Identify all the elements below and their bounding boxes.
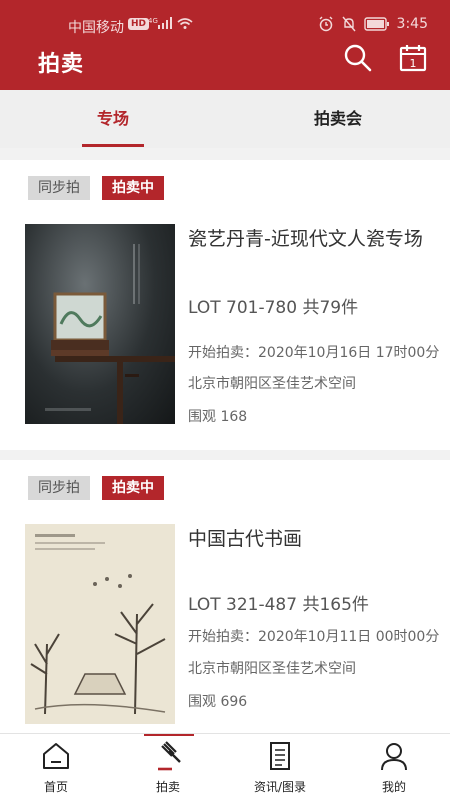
alarm-icon (319, 16, 333, 32)
auction-location: 北京市朝阳区圣佳艺术空间 (188, 376, 356, 392)
auction-cover-image[interactable] (25, 224, 175, 424)
auction-card[interactable]: 同步拍 拍卖中 瓷艺丹青-近现代文人瓷专场 LOT 701-780 共79件 开… (0, 160, 450, 450)
nav-news-catalog-label: 资讯/图录 (253, 780, 307, 794)
bottom-navigation: 首页 拍卖 资讯/图录 我的 (0, 733, 450, 800)
nav-news-catalog[interactable]: 资讯/图录 (224, 734, 336, 800)
tab-bar: 专场 拍卖会 (0, 90, 450, 148)
carrier-label: 中国移动 (68, 20, 124, 36)
app-header: 中国移动 HD 4G 3:45 拍卖 1 (0, 0, 450, 90)
nav-home-label: 首页 (43, 780, 68, 794)
nav-profile[interactable]: 我的 (338, 734, 450, 800)
live-auction-tag: 拍卖中 (102, 176, 164, 200)
auction-name[interactable]: 中国古代书画 (188, 526, 428, 553)
auction-card[interactable]: 同步拍 拍卖中 中国古代书画 LOT 321-487 共165件 开始拍卖：20… (0, 460, 450, 733)
auction-views: 围观 696 (188, 694, 248, 710)
tab-auction-event[interactable]: 拍卖会 (278, 90, 398, 148)
home-icon (43, 743, 69, 769)
auction-start-time: 开始拍卖：2020年10月11日 00时00分 (188, 629, 440, 645)
tab-special-session[interactable]: 专场 (53, 90, 173, 148)
nav-home[interactable]: 首页 (0, 734, 112, 800)
calendar-icon[interactable]: 1 (397, 42, 429, 74)
calendar-day: 1 (410, 57, 417, 70)
signal-icon: 4G (148, 17, 193, 29)
battery-icon (363, 17, 389, 31)
mute-bell-icon (342, 16, 356, 32)
landscape-painting-image (25, 524, 175, 724)
live-auction-tag: 拍卖中 (102, 476, 164, 500)
svg-text:4G: 4G (148, 17, 158, 25)
auction-views: 围观 168 (188, 409, 248, 425)
network-badge: HD (128, 18, 150, 30)
nav-profile-label: 我的 (381, 780, 406, 794)
auction-start-time: 开始拍卖：2020年10月16日 17时00分 (188, 345, 440, 361)
search-icon[interactable] (342, 42, 374, 74)
auction-lot-range: LOT 701-780 共79件 (188, 298, 359, 318)
user-icon (381, 743, 407, 771)
status-bar: 中国移动 HD 4G 3:45 (0, 0, 450, 40)
auction-lot-range: LOT 321-487 共165件 (188, 595, 369, 615)
status-time: 3:45 (396, 16, 428, 32)
page-title: 拍卖 (38, 52, 85, 77)
nav-auction-label: 拍卖 (155, 780, 180, 794)
auction-location: 北京市朝阳区圣佳艺术空间 (188, 661, 356, 677)
auction-list[interactable]: 同步拍 拍卖中 瓷艺丹青-近现代文人瓷专场 LOT 701-780 共79件 开… (0, 148, 450, 733)
document-icon (270, 742, 290, 770)
auction-cover-image[interactable] (25, 524, 175, 724)
card-divider (0, 450, 450, 460)
status-right: 3:45 (318, 16, 428, 32)
sync-auction-tag: 同步拍 (28, 476, 90, 500)
gavel-icon (158, 741, 181, 771)
auction-name[interactable]: 瓷艺丹青-近现代文人瓷专场 (188, 226, 428, 253)
sync-auction-tag: 同步拍 (28, 176, 90, 200)
porcelain-screen-image (45, 244, 175, 424)
nav-auction[interactable]: 拍卖 (112, 734, 224, 800)
tab-active-indicator (82, 144, 144, 147)
